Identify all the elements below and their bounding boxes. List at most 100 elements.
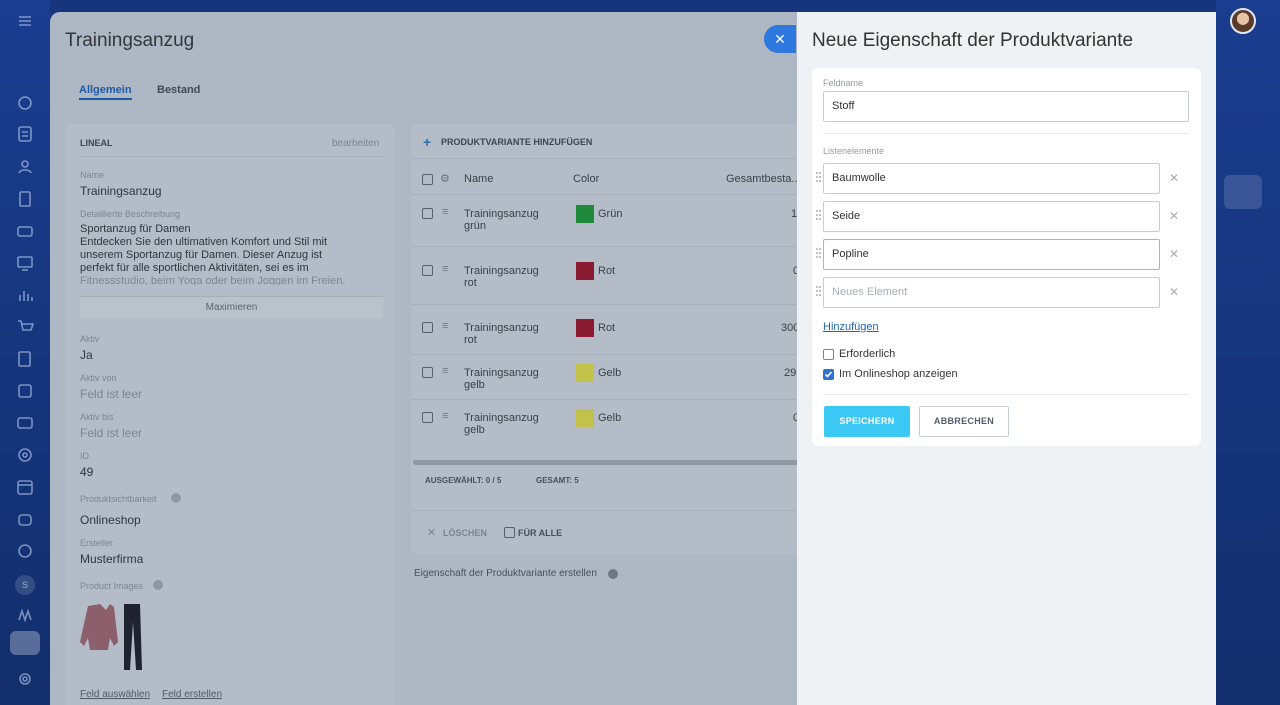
create-property-link[interactable]: Eigenschaft der Produktvariante erstelle…	[414, 568, 597, 579]
select-field-link[interactable]: Feld auswählen	[80, 689, 150, 700]
drag-handle-icon[interactable]	[816, 210, 821, 222]
cancel-button[interactable]: ABBRECHEN	[919, 406, 1009, 437]
edit-link[interactable]: bearbeiten	[332, 138, 379, 149]
active-contact[interactable]	[1224, 175, 1262, 209]
inventory-icon[interactable]	[14, 380, 36, 402]
drag-handle-icon[interactable]: ≡	[442, 263, 448, 275]
active-menu-item[interactable]	[10, 631, 40, 655]
row-name-2: rot	[464, 334, 477, 346]
col-color[interactable]: Color	[573, 173, 599, 185]
product-fields-card: LINEAL bearbeiten Name Trainingsanzug De…	[65, 124, 395, 705]
help-icon[interactable]	[171, 493, 181, 503]
help-icon[interactable]	[608, 569, 618, 579]
remove-icon[interactable]: ✕	[1169, 247, 1179, 261]
list-item-input[interactable]: Seide	[823, 201, 1160, 232]
name-label: Name	[80, 170, 105, 180]
drag-handle-icon[interactable]: ≡	[442, 206, 448, 218]
robot-icon[interactable]	[14, 508, 36, 530]
row-name: Trainingsanzug	[464, 367, 539, 379]
for-all-label: FÜR ALLE	[518, 528, 563, 538]
list-item-input[interactable]: Baumwolle	[823, 163, 1160, 194]
row-qty: 29	[784, 367, 797, 379]
total-count: GESAMT: 5	[536, 476, 579, 485]
maximize-button[interactable]: Maximieren	[80, 296, 383, 318]
cart-icon[interactable]	[14, 316, 36, 338]
target-icon[interactable]	[14, 444, 36, 466]
left-sidebar: S	[0, 0, 50, 705]
tab-allgemein[interactable]: Allgemein	[79, 84, 132, 100]
payments-icon[interactable]	[14, 220, 36, 242]
sites-icon[interactable]	[14, 252, 36, 274]
row-name: Trainingsanzug	[464, 322, 539, 334]
contacts-icon[interactable]	[14, 156, 36, 178]
market-icon[interactable]	[14, 604, 36, 626]
list-items-label: Listenelemente	[823, 146, 885, 156]
avatar[interactable]: S	[15, 575, 35, 595]
help-icon[interactable]	[153, 580, 163, 590]
aktiv-label: Aktiv	[80, 334, 100, 344]
chat-icon[interactable]	[14, 92, 36, 114]
col-stock[interactable]: Gesamtbesta...	[726, 173, 801, 185]
description: Sportanzug für Damen Entdecken Sie den u…	[80, 223, 346, 285]
drag-handle-icon[interactable]: ≡	[442, 410, 448, 422]
documents-icon[interactable]	[14, 188, 36, 210]
row-name-2: rot	[464, 277, 477, 289]
horizontal-scrollbar[interactable]	[413, 460, 810, 465]
property-form: Feldname Stoff Listenelemente Baumwolle …	[812, 68, 1201, 446]
card-header: LINEAL	[80, 138, 113, 148]
tab-bestand[interactable]: Bestand	[157, 84, 200, 96]
row-checkbox[interactable]	[422, 367, 433, 378]
close-slider-button[interactable]: ✕	[764, 25, 796, 53]
settings-icon[interactable]	[14, 668, 36, 690]
edit-doc-icon[interactable]	[14, 348, 36, 370]
drag-handle-icon[interactable]	[816, 286, 821, 298]
aktiv-value: Ja	[80, 348, 93, 362]
drag-handle-icon[interactable]	[816, 248, 821, 260]
add-icon[interactable]: +	[423, 134, 431, 150]
required-checkbox[interactable]	[823, 349, 834, 360]
row-color: Rot	[598, 322, 616, 334]
show-in-shop-checkbox[interactable]	[823, 369, 834, 380]
gear-icon[interactable]: ⚙	[440, 172, 450, 185]
color-swatch	[576, 319, 594, 337]
analytics-icon[interactable]	[14, 284, 36, 306]
add-variant-button[interactable]: PRODUKTVARIANTE HINZUFÜGEN	[441, 137, 592, 147]
row-checkbox[interactable]	[422, 265, 433, 276]
list-item-input[interactable]: Popline	[823, 239, 1160, 270]
save-button[interactable]: SPEICHERN	[824, 406, 910, 437]
drag-handle-icon[interactable]: ≡	[442, 320, 448, 332]
drag-handle-icon[interactable]	[816, 172, 821, 184]
goals-icon[interactable]	[14, 540, 36, 562]
remove-icon[interactable]: ✕	[1169, 209, 1179, 223]
delete-button[interactable]: LÖSCHEN	[443, 528, 487, 538]
field-name-input[interactable]: Stoff	[823, 91, 1189, 122]
tasks-icon[interactable]	[14, 123, 36, 145]
drag-handle-icon[interactable]: ≡	[442, 365, 448, 377]
remove-icon[interactable]: ✕	[1169, 285, 1179, 299]
id-card-icon[interactable]	[14, 412, 36, 434]
remove-icon[interactable]: ✕	[1169, 171, 1179, 185]
calendar-icon[interactable]	[14, 476, 36, 498]
create-field-link[interactable]: Feld erstellen	[162, 689, 222, 700]
visibility-label: Produktsichtbarkeit	[80, 494, 157, 504]
row-checkbox[interactable]	[422, 322, 433, 333]
menu-icon[interactable]	[14, 10, 36, 32]
row-name-2: grün	[464, 220, 487, 232]
product-image[interactable]	[80, 602, 150, 674]
user-avatar[interactable]	[1230, 8, 1256, 34]
add-item-link[interactable]: Hinzufügen	[823, 321, 879, 333]
required-label: Erforderlich	[839, 348, 896, 360]
for-all-checkbox[interactable]	[504, 527, 515, 538]
row-checkbox[interactable]	[422, 208, 433, 219]
new-item-input[interactable]: Neues Element	[823, 277, 1160, 308]
col-name[interactable]: Name	[464, 173, 493, 185]
slider-title: Neue Eigenschaft der Produktvariante	[812, 30, 1134, 51]
close-icon[interactable]: ✕	[427, 526, 436, 539]
row-name: Trainingsanzug	[464, 412, 539, 424]
select-all-checkbox[interactable]	[422, 174, 433, 185]
color-swatch	[576, 409, 594, 427]
name-value: Trainingsanzug	[80, 184, 162, 198]
row-checkbox[interactable]	[422, 412, 433, 423]
id-label: ID	[80, 451, 89, 461]
row-color: Rot	[598, 265, 616, 277]
